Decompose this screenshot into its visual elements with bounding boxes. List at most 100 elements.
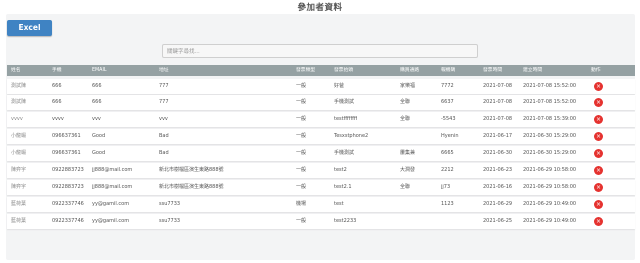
cell-invoice-type: 一般 [296, 99, 307, 105]
close-icon[interactable]: × [594, 183, 603, 192]
cell-invoice-type: 一般 [296, 218, 307, 224]
cell-code: 2212 [441, 167, 454, 173]
cell-email: jj888@mail.com [92, 167, 133, 173]
col-created-at: 建立時間 [523, 68, 543, 73]
cell-code: Hyenin [441, 133, 459, 139]
cell-phone: 0922337746 [52, 201, 84, 207]
cell-code: 6665 [441, 150, 454, 156]
cell-channel: 屢集兼 [400, 150, 416, 156]
cell-email: 666 [92, 99, 102, 105]
cell-channel: 全聯 [400, 99, 411, 105]
col-name: 姓名 [11, 68, 21, 73]
close-icon[interactable]: × [594, 166, 603, 175]
cell-invoice-type: 機場 [296, 201, 307, 207]
col-invoice-title: 發票抬頭 [334, 68, 354, 73]
cell-email: Good [92, 133, 106, 139]
cell-invoice-date: 2021-06-23 [483, 167, 513, 173]
cell-invoice-title: testffffffff [334, 116, 358, 122]
cell-address: vvv [159, 116, 168, 122]
close-icon[interactable]: × [594, 115, 603, 124]
cell-invoice-title: 手機測試 [334, 150, 355, 156]
cell-channel: 全聯 [400, 184, 411, 190]
cell-invoice-title: 好爸 [334, 83, 345, 89]
cell-channel: 大潤發 [400, 167, 416, 173]
col-action: 動作 [591, 68, 601, 73]
cell-phone: 0922337746 [52, 218, 84, 224]
cell-invoice-date: 2021-06-17 [483, 133, 513, 139]
cell-invoice-title: 手機測試 [334, 99, 355, 105]
cell-invoice-date: 2021-07-08 [483, 116, 513, 122]
cell-invoice-type: 一般 [296, 133, 307, 139]
cell-channel: 家樂福 [400, 83, 416, 89]
cell-email: 666 [92, 83, 102, 89]
cell-email: yy@gamil.com [92, 201, 130, 207]
cell-created-at: 2021-07-08 15:39:00 [523, 116, 577, 122]
table-row: 藍荷葉 0922337746 yy@gamil.com ssu7733 一般 test22… [7, 214, 635, 229]
cell-email: jj888@mail.com [92, 184, 133, 190]
close-icon[interactable]: × [594, 149, 603, 158]
cell-name: 陳弈宇 [11, 184, 27, 190]
cell-address: 新北市樹檔區演生東路888號 [159, 184, 224, 190]
col-phone: 手機 [52, 68, 62, 73]
col-invoice-date: 發票時間 [483, 68, 503, 73]
close-icon[interactable]: × [594, 82, 603, 91]
cell-name: 小龍蝦 [11, 133, 27, 139]
cell-name: 小龍蝦 [11, 150, 27, 156]
cell-invoice-date: 2021-06-30 [483, 150, 513, 156]
close-icon[interactable]: × [594, 200, 603, 209]
cell-invoice-type: 一般 [296, 83, 307, 89]
page-title: 參加者資料 [297, 3, 343, 13]
cell-phone: vvvv [52, 116, 64, 122]
cell-code: 1123 [441, 201, 454, 207]
cell-name: 測試陳 [11, 99, 27, 105]
cell-invoice-title: Tesxstphone2 [334, 133, 369, 139]
cell-phone: 096637361 [52, 150, 81, 156]
cell-invoice-date: 2021-06-25 [483, 218, 513, 224]
cell-phone: 666 [52, 83, 62, 89]
cell-code: 7772 [441, 83, 454, 89]
cell-created-at: 2021-06-29 10:49:00 [523, 201, 577, 207]
table-row: 陳弈宇 0922883723 jj888@mail.com 新北市樹檔區演生東路888… [7, 180, 635, 195]
cell-invoice-type: 一般 [296, 184, 307, 190]
cell-address: Bad [159, 133, 169, 139]
cell-invoice-type: 一般 [296, 116, 307, 122]
close-icon[interactable]: × [594, 98, 603, 107]
cell-invoice-title: test [334, 201, 344, 207]
cell-email: vvv [92, 116, 101, 122]
table-row: 測試陳 666 666 777 一般 好爸 家樂福 7772 2021-07-08 2021-07… [7, 79, 635, 94]
cell-address: 777 [159, 83, 169, 89]
col-email: EMAIL [92, 68, 107, 73]
cell-invoice-type: 一般 [296, 167, 307, 173]
cell-created-at: 2021-06-30 15:29:00 [523, 150, 577, 156]
cell-invoice-date: 2021-07-08 [483, 83, 513, 89]
cell-name: 陳弈宇 [11, 167, 27, 173]
cell-email: yy@gamil.com [92, 218, 130, 224]
cell-invoice-type: 一般 [296, 150, 307, 156]
cell-phone: 0922883723 [52, 167, 84, 173]
table-row: 藍荷葉 0922337746 yy@gamil.com ssu7733 機場 test 11… [7, 197, 635, 212]
cell-address: 777 [159, 99, 169, 105]
cell-name: 測試陳 [11, 83, 27, 89]
cell-phone: 0922883723 [52, 184, 84, 190]
col-code: 報機碼 [441, 68, 456, 73]
close-icon[interactable]: × [594, 217, 603, 226]
cell-address: ssu7733 [159, 201, 181, 207]
table-row: 小龍蝦 096637361 Good Bad 一般 Tesxstphone2 Hyenin 2… [7, 129, 635, 144]
col-channel: 購買通路 [400, 68, 420, 73]
table-row: vvvv vvvv vvv vvv 一般 testffffffff 全聯 -5543 2021-… [7, 112, 635, 127]
cell-created-at: 2021-06-29 10:58:00 [523, 167, 577, 173]
cell-invoice-date: 2021-07-08 [483, 99, 513, 105]
cell-invoice-date: 2021-06-29 [483, 201, 513, 207]
search-input[interactable]: 關鍵字尋找... [162, 44, 478, 58]
table-row: 測試陳 666 666 777 一般 手機測試 全聯 6637 2021-07-08 2021-0… [7, 95, 635, 110]
cell-address: 新北市樹檔區演生東路888號 [159, 167, 224, 173]
excel-export-button[interactable]: Excel [7, 20, 52, 36]
cell-code: -5543 [441, 116, 456, 122]
cell-invoice-date: 2021-06-16 [483, 184, 513, 190]
cell-created-at: 2021-07-08 15:52:00 [523, 83, 577, 89]
cell-address: ssu7733 [159, 218, 181, 224]
cell-created-at: 2021-07-08 15:52:00 [523, 99, 577, 105]
close-icon[interactable]: × [594, 132, 603, 141]
cell-created-at: 2021-06-29 10:58:00 [523, 184, 577, 190]
cell-phone: 096637361 [52, 133, 81, 139]
